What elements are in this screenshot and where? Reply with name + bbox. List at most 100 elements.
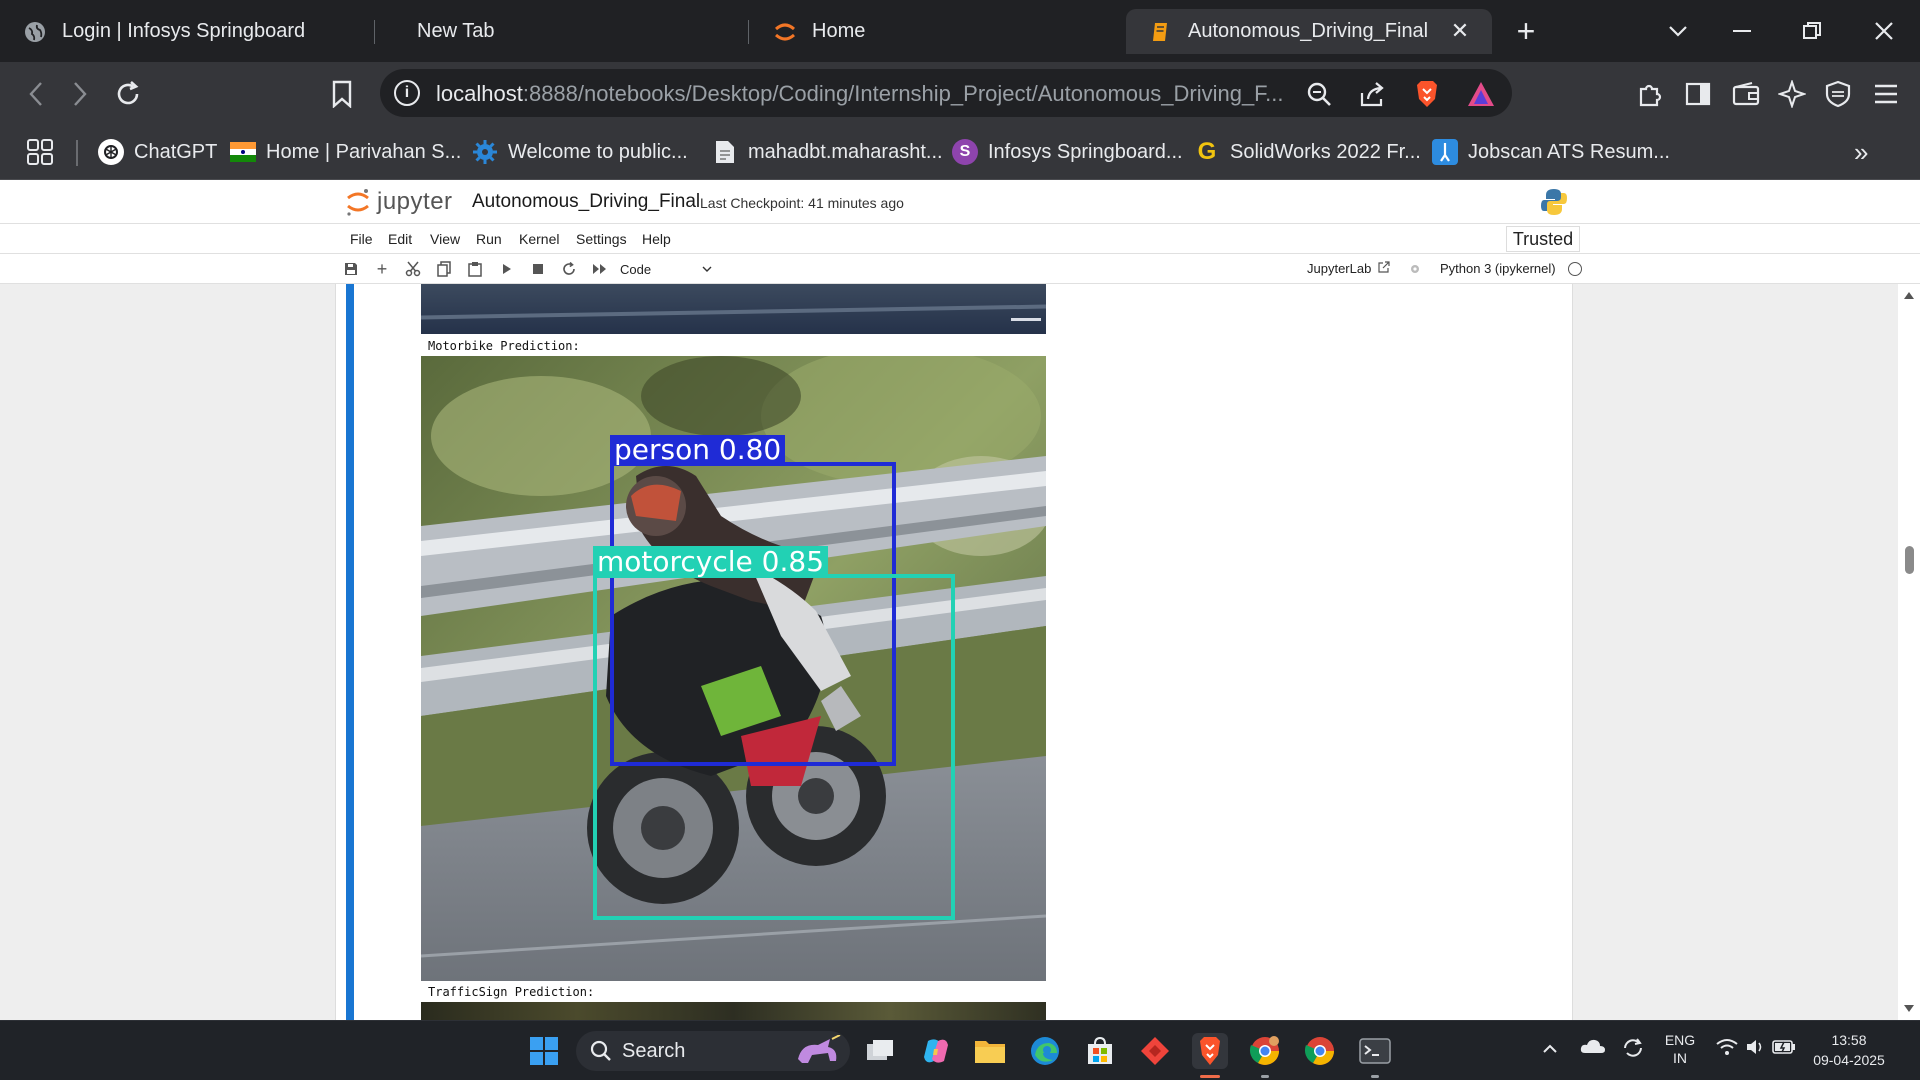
brave-shield-icon[interactable] <box>1412 79 1442 109</box>
zoom-icon[interactable] <box>1304 79 1334 109</box>
address-bar[interactable]: i localhost:8888/notebooks/Desktop/Codin… <box>380 69 1512 117</box>
bookmark-public[interactable]: Welcome to public... <box>472 136 688 168</box>
restart-icon[interactable] <box>558 258 580 280</box>
previous-output-image <box>421 284 1046 334</box>
menu-run[interactable]: Run <box>476 231 502 247</box>
active-cell-indicator[interactable] <box>346 284 354 1020</box>
task-view-icon[interactable] <box>862 1033 898 1069</box>
jupyter-menu-bar: File Edit View Run Kernel Settings Help … <box>0 224 1920 254</box>
tab-autonomous-driving[interactable]: Autonomous_Driving_Final ✕ <box>1126 9 1492 54</box>
vpn-icon[interactable] <box>1818 74 1858 114</box>
cut-icon[interactable] <box>402 258 424 280</box>
url-text[interactable]: localhost:8888/notebooks/Desktop/Coding/… <box>436 81 1284 107</box>
menu-help[interactable]: Help <box>642 231 671 247</box>
file-explorer-icon[interactable] <box>972 1033 1008 1069</box>
paste-icon[interactable] <box>464 258 486 280</box>
scroll-up-icon[interactable] <box>1903 290 1915 300</box>
wifi-icon[interactable] <box>1716 1038 1738 1061</box>
terminal-icon[interactable] <box>1357 1033 1393 1078</box>
gear-icon <box>472 139 498 165</box>
bookmarks-bar: ChatGPT Home | Parivahan S... Welcome to… <box>0 124 1920 180</box>
notebook-title[interactable]: Autonomous_Driving_Final <box>472 191 700 213</box>
add-cell-icon[interactable]: + <box>371 258 393 280</box>
menu-file[interactable]: File <box>350 231 373 247</box>
menu-kernel[interactable]: Kernel <box>519 231 559 247</box>
tab-separator <box>748 20 749 44</box>
onedrive-icon[interactable] <box>1580 1037 1606 1060</box>
edge-icon[interactable] <box>1027 1033 1063 1069</box>
bookmark-divider <box>76 140 78 166</box>
extensions-icon[interactable] <box>1630 74 1670 114</box>
sync-icon[interactable] <box>1620 1035 1646 1066</box>
run-all-icon[interactable] <box>589 258 611 280</box>
tab-new-tab[interactable]: New Tab <box>375 9 735 54</box>
bookmark-chatgpt[interactable]: ChatGPT <box>98 136 217 168</box>
restore-icon[interactable] <box>1794 14 1830 48</box>
chrome-icon[interactable] <box>1302 1033 1338 1069</box>
india-flag-icon <box>230 139 256 165</box>
show-hidden-icons[interactable] <box>1542 1041 1558 1059</box>
reload-icon[interactable] <box>108 74 148 114</box>
bookmark-mahadbt[interactable]: mahadbt.maharasht... <box>712 136 943 168</box>
site-info-icon[interactable]: i <box>394 80 420 106</box>
windows-start-icon[interactable] <box>526 1033 562 1069</box>
jupyter-wordmark: jupyter <box>377 188 453 215</box>
anydesk-icon[interactable] <box>1137 1033 1173 1069</box>
bookmark-infosys-springboard[interactable]: S Infosys Springboard... <box>952 136 1183 168</box>
settings-icon[interactable] <box>1408 262 1422 276</box>
copy-icon[interactable] <box>433 258 455 280</box>
menu-settings[interactable]: Settings <box>576 231 627 247</box>
close-icon[interactable]: ✕ <box>1446 17 1474 45</box>
back-icon[interactable] <box>16 74 56 114</box>
leo-ai-icon[interactable] <box>1772 74 1812 114</box>
taskbar-search[interactable]: Search <box>576 1031 850 1071</box>
browser-tab-bar: Login | Infosys Springboard New Tab Home… <box>0 0 1920 62</box>
windows-taskbar: Search ENG IN 13:58 09-04-2025 <box>0 1020 1920 1080</box>
bookmark-solidworks[interactable]: G SolidWorks 2022 Fr... <box>1194 136 1421 168</box>
open-app-indicator <box>1371 1075 1379 1078</box>
brave-rewards-icon[interactable] <box>1466 79 1496 109</box>
cell-type-select[interactable]: Code <box>620 259 712 279</box>
save-icon[interactable] <box>340 258 362 280</box>
bookmark-icon[interactable] <box>322 74 362 114</box>
volume-icon[interactable] <box>1745 1038 1765 1061</box>
language-indicator[interactable]: ENG IN <box>1660 1031 1700 1067</box>
forward-icon[interactable] <box>60 74 100 114</box>
tab-label: New Tab <box>417 20 495 42</box>
motorbike-prediction-image: person 0.80 motorcycle 0.85 <box>421 356 1046 981</box>
vertical-scrollbar[interactable] <box>1898 284 1920 1020</box>
scrollbar-thumb[interactable] <box>1905 546 1914 574</box>
notebook-icon <box>1148 19 1174 45</box>
wallet-icon[interactable] <box>1726 74 1766 114</box>
tab-login-infosys[interactable]: Login | Infosys Springboard <box>0 9 360 54</box>
copilot-icon[interactable] <box>918 1033 954 1069</box>
brave-taskbar-icon[interactable] <box>1192 1033 1228 1078</box>
chatgpt-icon <box>98 139 124 165</box>
new-tab-button[interactable]: + <box>1508 13 1544 49</box>
store-icon[interactable] <box>1082 1033 1118 1069</box>
person-detection-label: person 0.80 <box>610 435 786 465</box>
chevron-down-icon[interactable] <box>1660 14 1696 48</box>
share-icon[interactable] <box>1358 79 1388 109</box>
more-bookmarks-icon[interactable]: » <box>1854 136 1868 168</box>
run-icon[interactable] <box>496 258 518 280</box>
kernel-name[interactable]: Python 3 (ipykernel) <box>1440 261 1556 276</box>
chrome-profile-icon[interactable] <box>1247 1033 1283 1078</box>
minimize-icon[interactable] <box>1724 14 1760 48</box>
tab-home[interactable]: Home <box>750 9 1110 54</box>
menu-edit[interactable]: Edit <box>388 231 412 247</box>
bookmark-jobscan[interactable]: Jobscan ATS Resum... <box>1432 136 1670 168</box>
window-close-icon[interactable] <box>1866 14 1902 48</box>
bookmark-parivahan[interactable]: Home | Parivahan S... <box>230 136 461 168</box>
scroll-down-icon[interactable] <box>1903 1004 1915 1014</box>
jupyterlab-link[interactable]: JupyterLab <box>1307 261 1390 276</box>
sidebar-icon[interactable] <box>1678 74 1718 114</box>
apps-icon[interactable] <box>26 136 54 168</box>
jupyter-logo[interactable]: jupyter <box>345 185 453 219</box>
system-clock[interactable]: 13:58 09-04-2025 <box>1806 1030 1892 1070</box>
menu-view[interactable]: View <box>430 231 460 247</box>
battery-icon[interactable] <box>1772 1038 1796 1061</box>
trusted-indicator[interactable]: Trusted <box>1506 226 1580 252</box>
menu-icon[interactable] <box>1866 74 1906 114</box>
stop-icon[interactable] <box>527 258 549 280</box>
